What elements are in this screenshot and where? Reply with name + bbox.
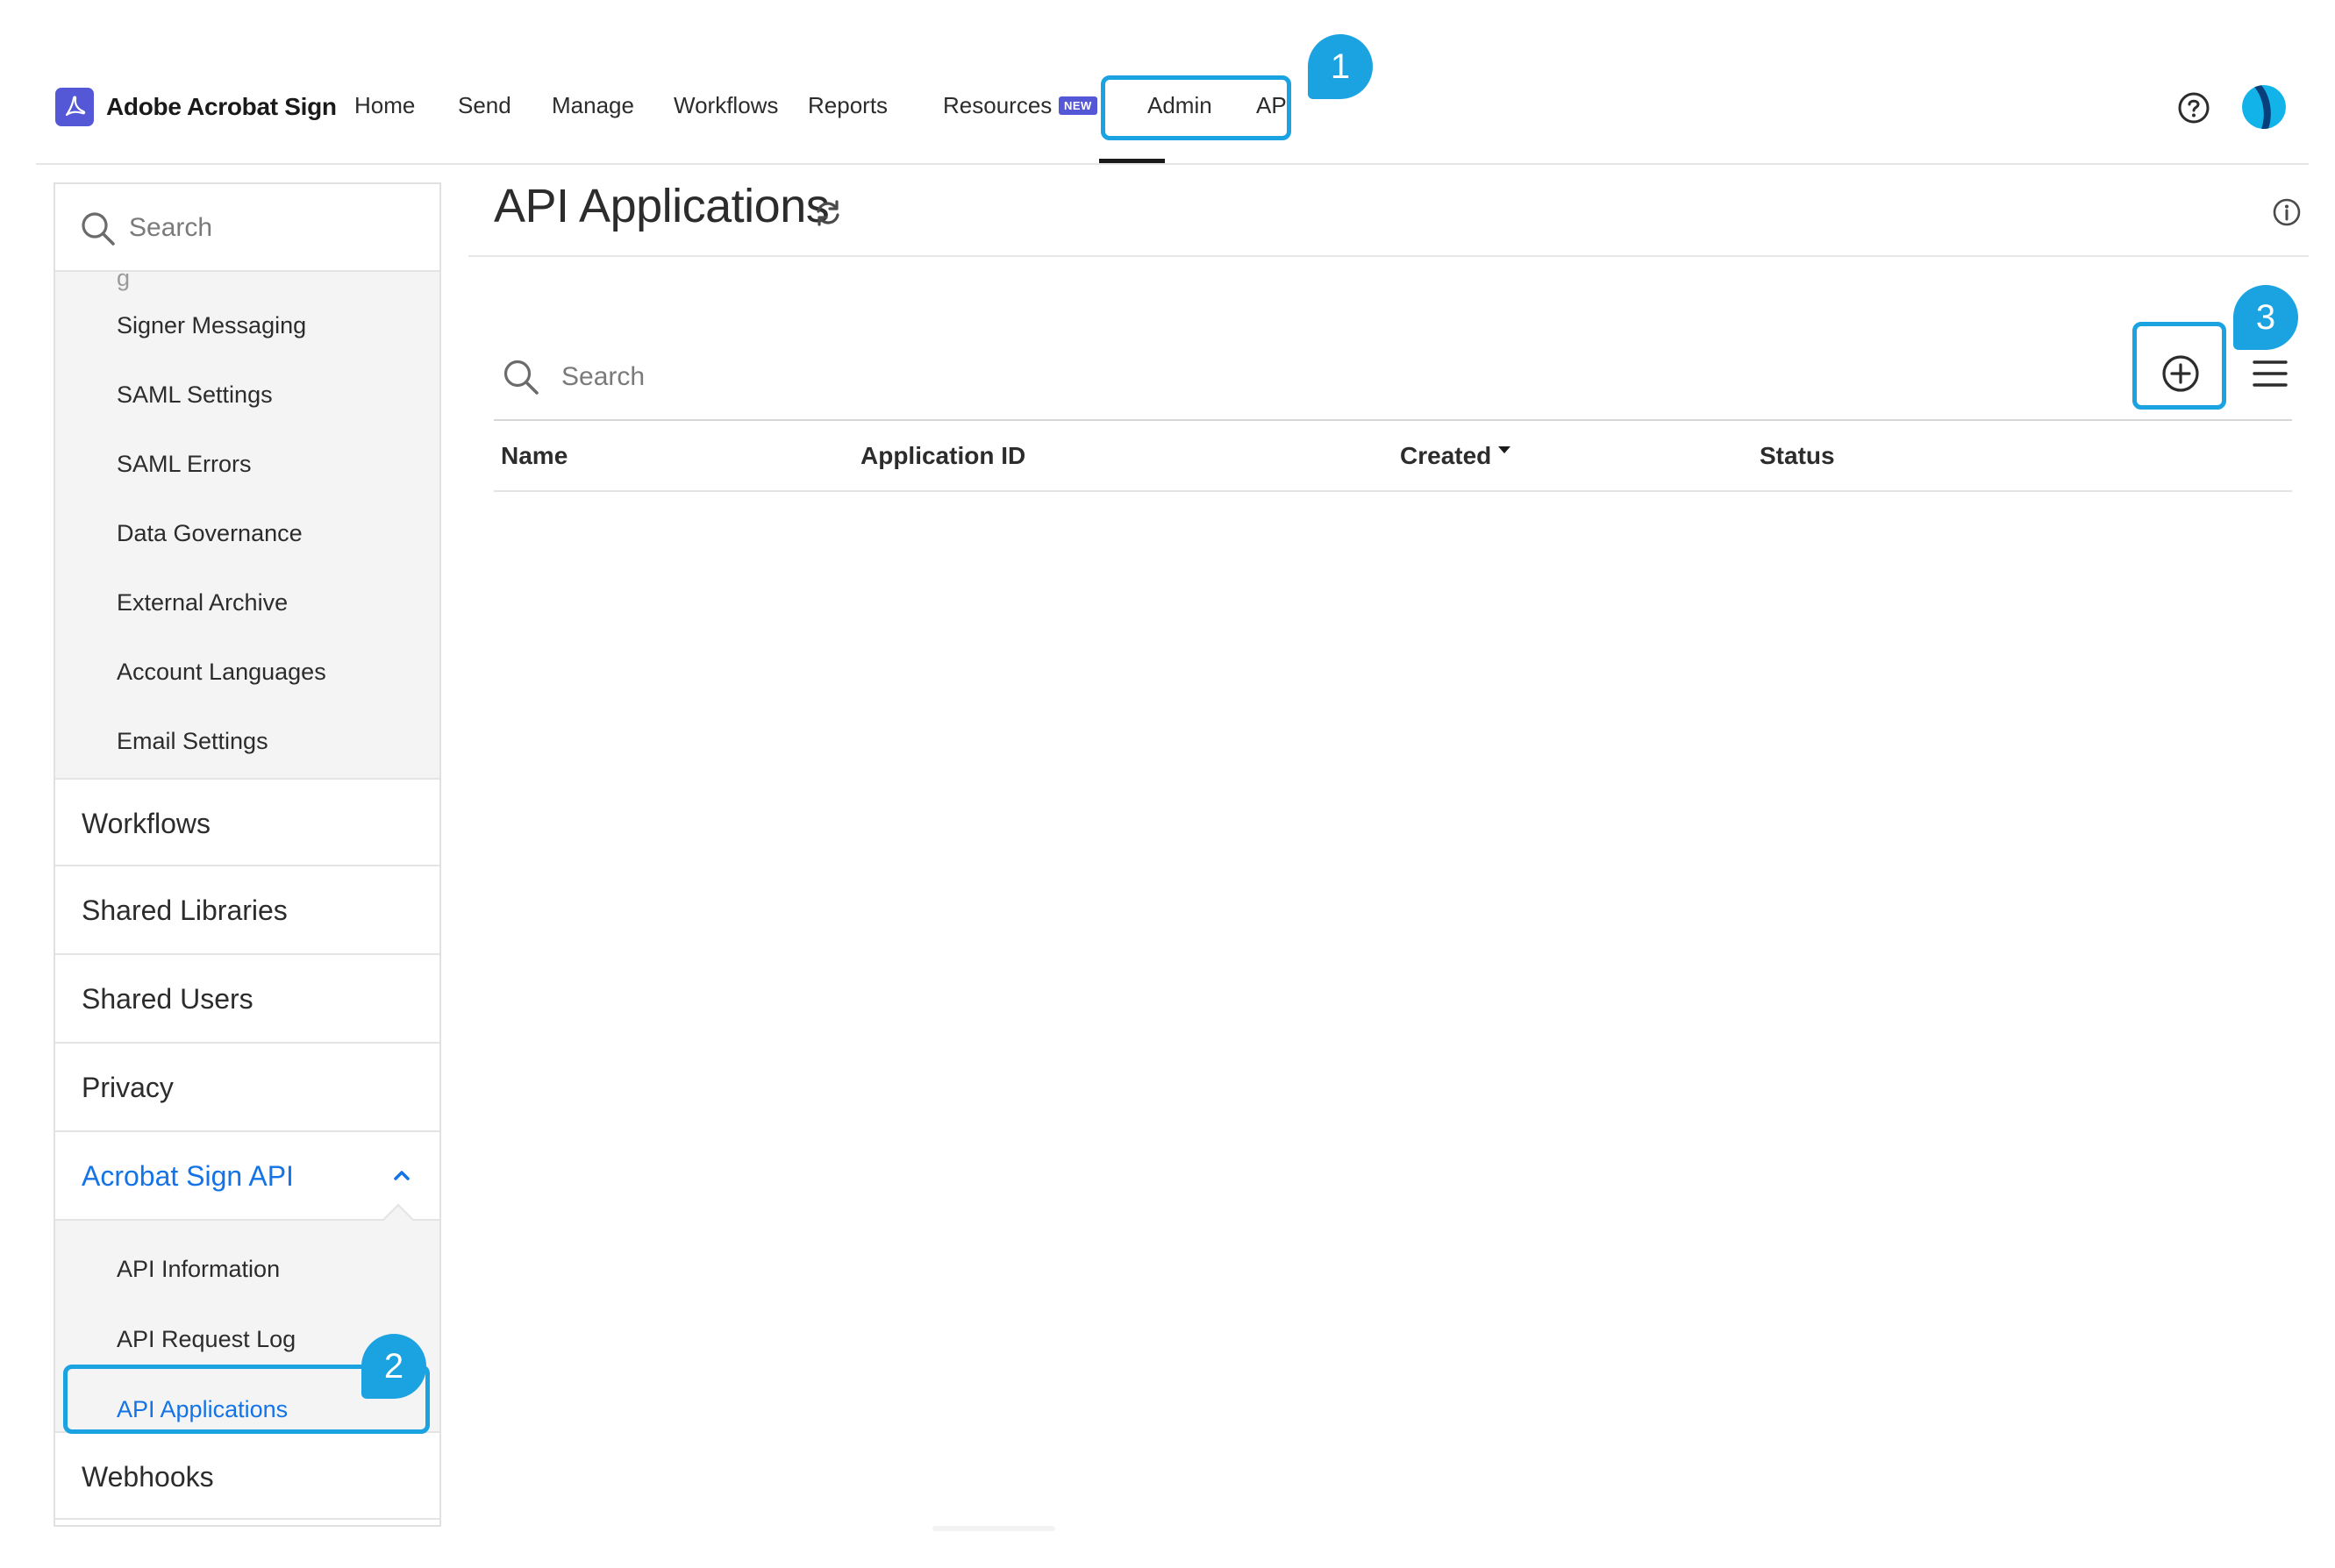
new-badge: NEW (1059, 96, 1097, 115)
account-settings-sublist: g Signer Messaging SAML Settings SAML Er… (55, 265, 439, 778)
nav-send[interactable]: Send (458, 92, 511, 119)
sidebar-item-api-information[interactable]: API Information (117, 1256, 280, 1283)
sidebar-section-label: Workflows (82, 808, 211, 839)
sidebar-section-label: Webhooks (82, 1461, 214, 1493)
sort-descending-icon (1498, 446, 1511, 453)
nav-home[interactable]: Home (354, 92, 415, 119)
nav-api[interactable]: API (1256, 92, 1293, 119)
page-title: API Applications (494, 180, 830, 232)
column-header-application-id[interactable]: Application ID (860, 442, 1025, 470)
sidebar-item-saml-errors[interactable]: SAML Errors (117, 451, 252, 478)
top-navigation-bar: Adobe Acrobat Sign Home Send Manage Work… (36, 53, 2309, 165)
sidebar-item-signer-messaging[interactable]: Signer Messaging (117, 312, 306, 339)
callout-badge-3: 3 (2233, 285, 2298, 350)
sidebar-item-account-languages[interactable]: Account Languages (117, 659, 326, 686)
brand[interactable]: Adobe Acrobat Sign (55, 88, 337, 126)
sidebar-section-label: Shared Libraries (82, 894, 288, 926)
sidebar-section-webhooks[interactable]: Webhooks (55, 1431, 439, 1520)
nav-admin[interactable]: Admin (1147, 92, 1212, 119)
callout-badge-1: 1 (1308, 34, 1373, 99)
sidebar-item-data-governance[interactable]: Data Governance (117, 520, 303, 547)
chevron-up-icon[interactable] (392, 1165, 411, 1189)
sidebar-item-api-applications[interactable]: API Applications (117, 1396, 288, 1423)
sidebar-item-external-archive[interactable]: External Archive (117, 589, 288, 617)
sidebar-section-shared-users[interactable]: Shared Users (55, 955, 439, 1044)
admin-sidebar: g Signer Messaging SAML Settings SAML Er… (54, 182, 441, 1527)
sidebar-item-api-request-log[interactable]: API Request Log (117, 1326, 296, 1353)
applications-table-header: Name Application ID Created Status (494, 419, 2292, 492)
refresh-icon[interactable] (814, 199, 842, 232)
nav-workflows[interactable]: Workflows (674, 92, 778, 119)
nav-reports[interactable]: Reports (808, 92, 888, 119)
search-icon (80, 210, 117, 252)
nav-manage[interactable]: Manage (552, 92, 634, 119)
user-avatar[interactable] (2242, 85, 2286, 129)
column-header-status[interactable]: Status (1760, 442, 1835, 470)
clipped-item: g (117, 265, 131, 291)
add-application-button[interactable] (2160, 353, 2202, 395)
applications-search-input[interactable] (561, 358, 1175, 396)
plus-circle-icon (2162, 355, 2199, 392)
column-header-created[interactable]: Created (1400, 442, 1511, 470)
info-icon[interactable] (2272, 197, 2302, 232)
search-icon (502, 358, 540, 401)
sidebar-section-workflows[interactable]: Workflows (55, 778, 439, 866)
callout-badge-2: 2 (361, 1334, 426, 1399)
help-icon[interactable] (2176, 90, 2211, 125)
sidebar-section-privacy[interactable]: Privacy (55, 1044, 439, 1132)
sidebar-item-email-settings[interactable]: Email Settings (117, 728, 268, 755)
sidebar-section-label: Acrobat Sign API (82, 1160, 294, 1192)
hamburger-menu-icon[interactable] (2252, 358, 2289, 389)
brand-name: Adobe Acrobat Sign (106, 93, 337, 120)
sidebar-section-shared-libraries[interactable]: Shared Libraries (55, 866, 439, 955)
active-nav-indicator (1099, 159, 1165, 163)
column-header-created-label: Created (1400, 442, 1492, 469)
sidebar-section-label: Privacy (82, 1072, 174, 1103)
sidebar-search (55, 184, 439, 272)
title-divider (468, 255, 2309, 257)
sidebar-section-label: Shared Users (82, 983, 253, 1015)
sidebar-section-acrobat-sign-api[interactable]: Acrobat Sign API (55, 1132, 439, 1221)
sidebar-item-saml-settings[interactable]: SAML Settings (117, 381, 273, 409)
nav-resources[interactable]: Resources (943, 92, 1052, 119)
sidebar-search-input[interactable] (129, 209, 410, 247)
scroll-indicator (932, 1526, 1055, 1531)
acrobat-logo-icon (55, 88, 94, 126)
api-sublist: API Information API Request Log API Appl… (55, 1203, 439, 1431)
column-header-name[interactable]: Name (501, 442, 568, 470)
